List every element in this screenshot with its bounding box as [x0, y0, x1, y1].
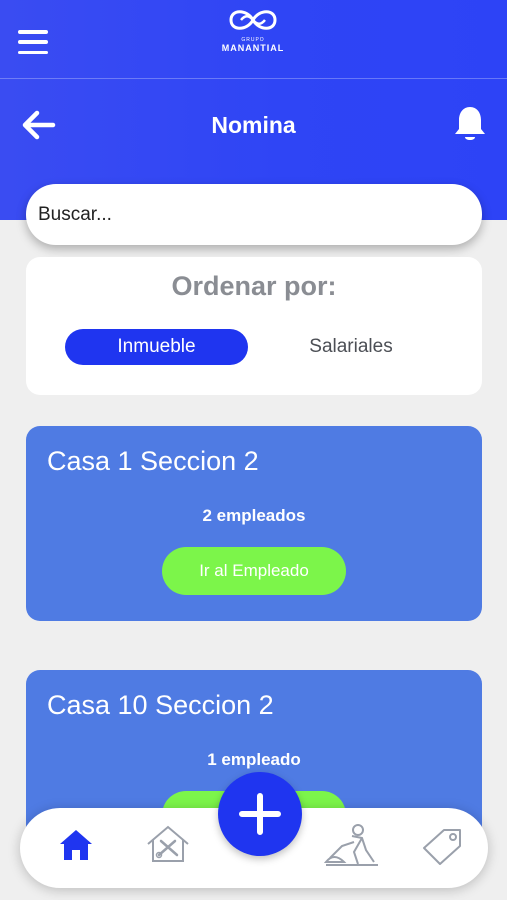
property-name: Casa 10 Seccion 2	[47, 690, 274, 720]
employee-count: 1 empleado	[207, 750, 301, 769]
go-to-employee-button[interactable]: Ir al Empleado	[162, 547, 346, 595]
property-name: Casa 1 Seccion 2	[47, 446, 259, 476]
logo: GRUPO MANANTIAL	[203, 5, 303, 60]
employee-count: 2 empleados	[202, 506, 306, 525]
property-card: Casa 1 Seccion 2 2 empleados Ir al Emple…	[26, 426, 482, 621]
menu-icon[interactable]	[18, 30, 48, 54]
logo-name: MANANTIAL	[221, 43, 285, 53]
tag-icon[interactable]	[418, 826, 466, 871]
sort-option-inmueble[interactable]: Inmueble	[65, 329, 248, 365]
bell-icon[interactable]	[452, 104, 488, 144]
sort-card: Ordenar por: Inmueble Salariales	[26, 257, 482, 395]
search-input[interactable]	[38, 203, 482, 226]
add-button[interactable]	[218, 772, 302, 856]
house-tools-icon[interactable]	[144, 824, 192, 869]
page-title: Nomina	[211, 112, 296, 138]
sort-title: Ordenar por:	[171, 271, 337, 301]
plus-icon	[239, 793, 281, 835]
worker-icon[interactable]	[323, 822, 380, 873]
search-bar[interactable]	[26, 184, 482, 245]
top-bar: GRUPO MANANTIAL	[0, 0, 507, 79]
home-icon[interactable]	[58, 828, 94, 867]
sort-option-salariales[interactable]: Salariales	[262, 329, 440, 365]
logo-symbol-icon	[229, 10, 277, 30]
